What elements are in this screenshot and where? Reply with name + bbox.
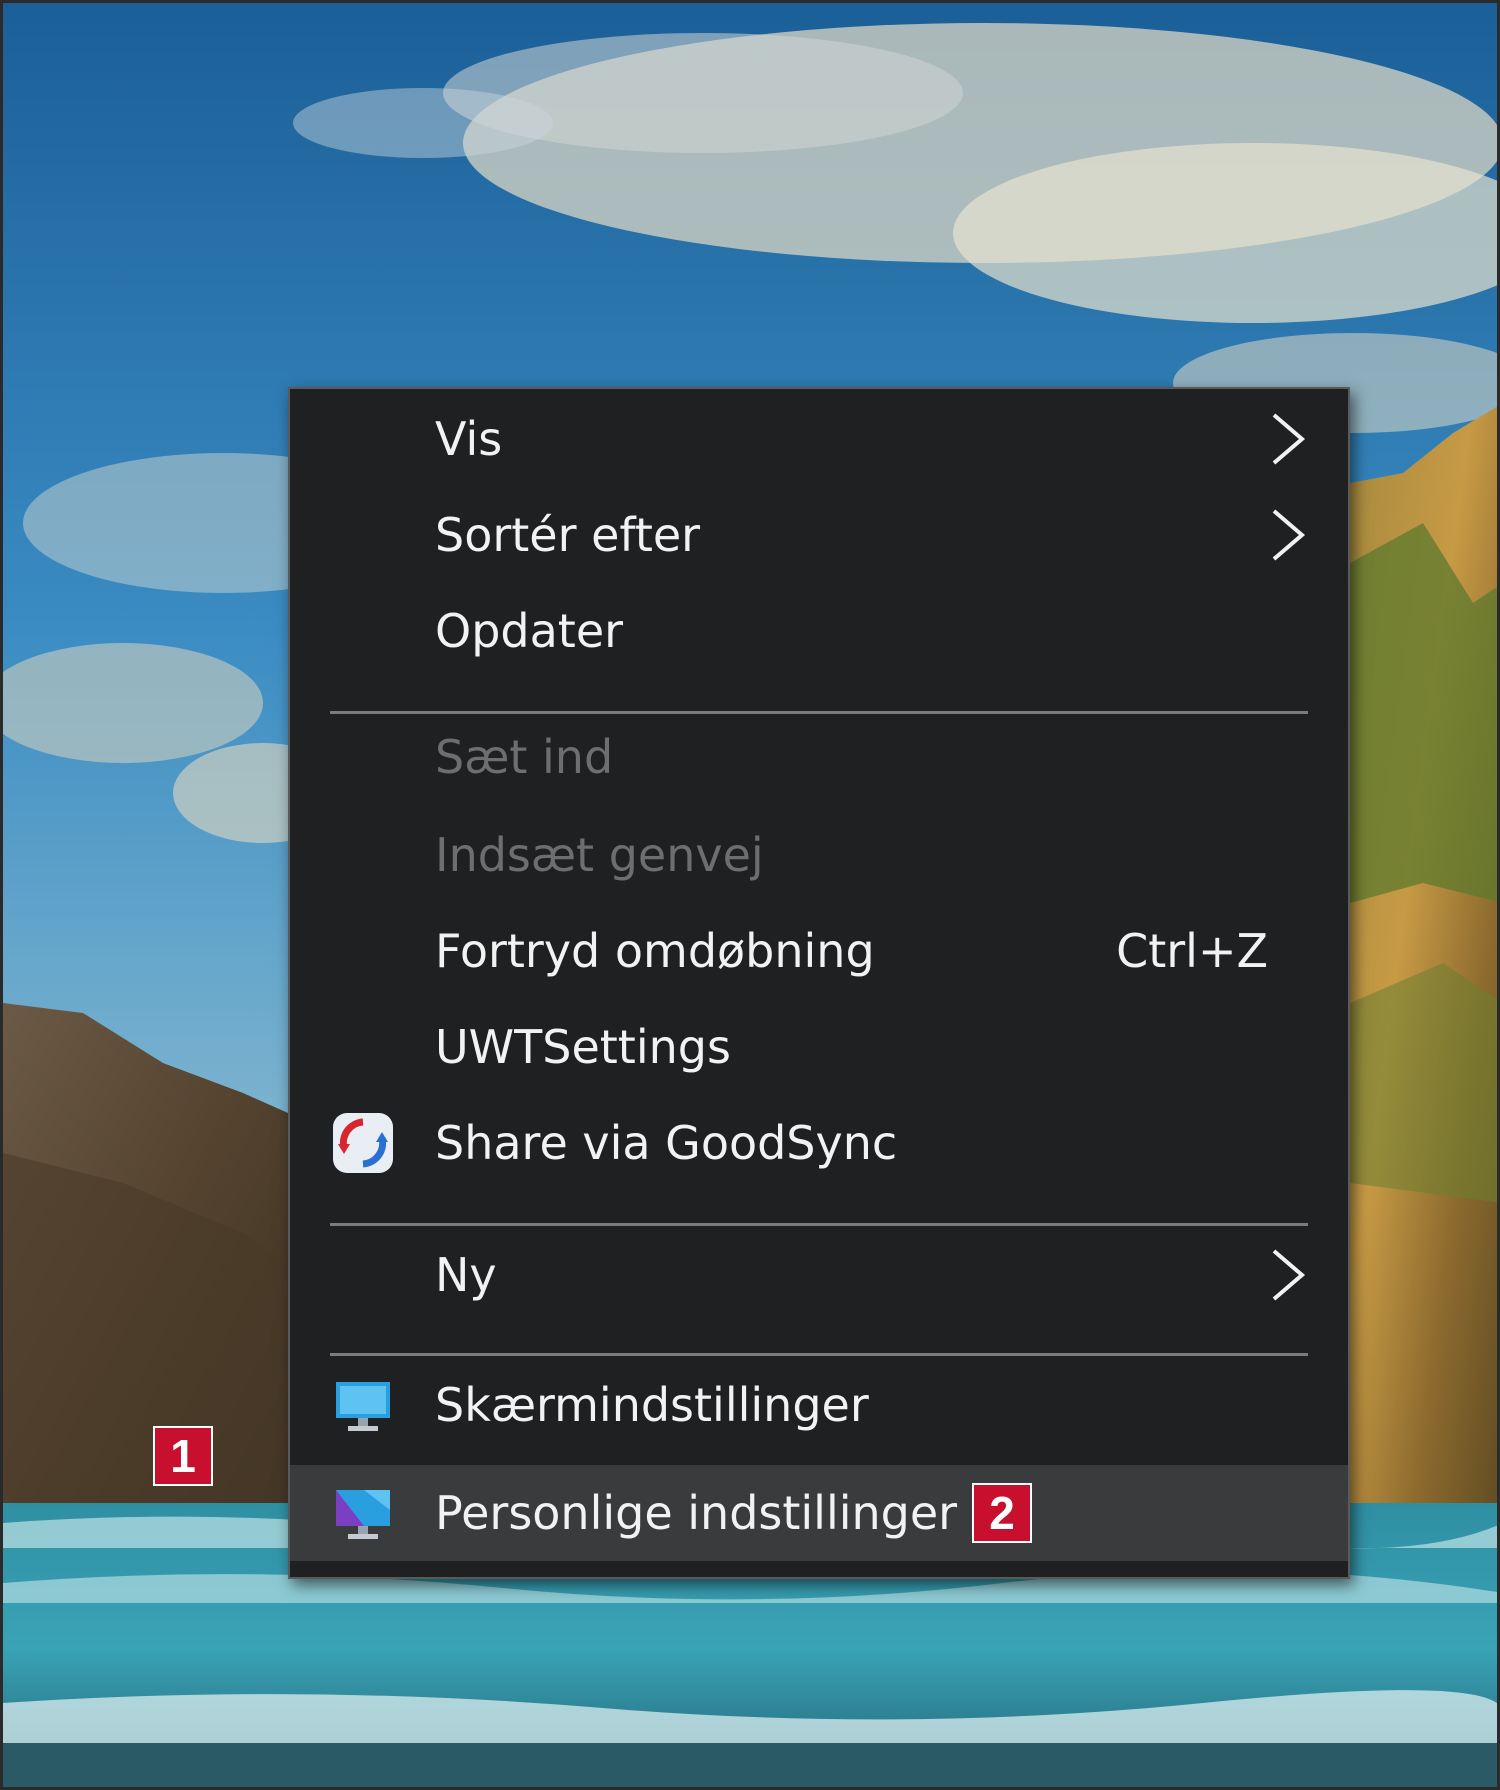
menu-item-label: Sæt ind xyxy=(435,730,614,784)
menu-item-label: Sortér efter xyxy=(435,508,701,562)
goodsync-icon xyxy=(333,1113,393,1173)
menu-separator xyxy=(330,1353,1308,1356)
menu-item-label: Vis xyxy=(435,412,503,466)
menu-item-vis[interactable]: Vis xyxy=(290,391,1348,487)
menu-item-label: Opdater xyxy=(435,604,624,658)
desktop-context-menu: Vis Sortér efter Opdater Sæt ind Indsæt … xyxy=(288,387,1350,1579)
menu-item-label: Ny xyxy=(435,1248,497,1302)
menu-item-personalize[interactable]: Personlige indstillinger 2 xyxy=(290,1465,1348,1561)
menu-item-label: Fortryd omdøbning xyxy=(435,924,875,978)
menu-item-shortcut: Ctrl+Z xyxy=(1116,924,1268,978)
menu-item-share-goodsync[interactable]: Share via GoodSync xyxy=(290,1095,1348,1191)
menu-item-sort-by[interactable]: Sortér efter xyxy=(290,487,1348,583)
menu-item-label: Skærmindstillinger xyxy=(435,1378,869,1432)
menu-item-label: Indsæt genvej xyxy=(435,828,764,882)
menu-item-display-settings[interactable]: Skærmindstillinger xyxy=(290,1357,1348,1453)
chevron-right-icon xyxy=(1272,509,1306,561)
menu-item-paste: Sæt ind xyxy=(290,709,1348,805)
annotation-badge-2: 2 xyxy=(972,1483,1032,1543)
menu-separator xyxy=(330,1223,1308,1226)
menu-item-label: Personlige indstillinger xyxy=(435,1486,958,1540)
display-settings-icon xyxy=(336,1382,390,1431)
menu-item-refresh[interactable]: Opdater xyxy=(290,583,1348,679)
chevron-right-icon xyxy=(1272,413,1306,465)
annotation-badge-1: 1 xyxy=(153,1426,213,1486)
chevron-right-icon xyxy=(1272,1249,1306,1301)
desktop[interactable]: 1 Vis Sortér efter Opdater Sæt ind Indsæ… xyxy=(0,0,1500,1790)
menu-item-label: UWTSettings xyxy=(435,1020,731,1074)
menu-item-paste-shortcut: Indsæt genvej xyxy=(290,807,1348,903)
menu-item-undo-rename[interactable]: Fortryd omdøbning Ctrl+Z xyxy=(290,903,1348,999)
menu-item-label: Share via GoodSync xyxy=(435,1116,898,1170)
menu-item-new[interactable]: Ny xyxy=(290,1227,1348,1323)
personalize-icon xyxy=(336,1490,390,1539)
menu-item-uwtsettings[interactable]: UWTSettings xyxy=(290,999,1348,1095)
